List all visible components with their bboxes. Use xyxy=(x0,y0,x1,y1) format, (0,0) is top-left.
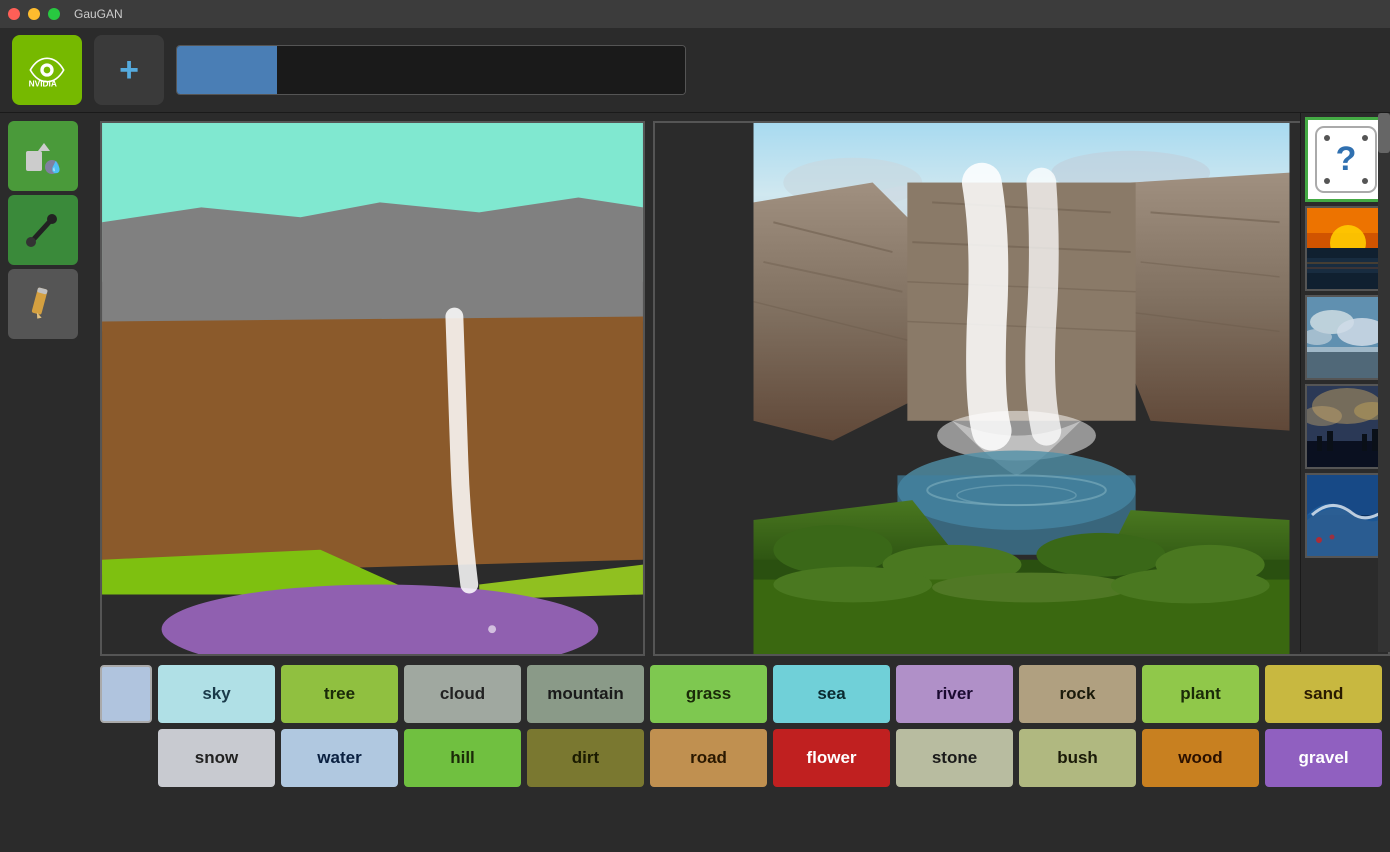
selected-color-swatch xyxy=(177,46,277,94)
thumbnails-panel: ? xyxy=(1300,113,1390,652)
ai-output-svg xyxy=(655,123,1388,654)
label-river[interactable]: river xyxy=(896,665,1013,723)
sky-clouds-thumbnail xyxy=(1307,297,1387,380)
plus-icon: + xyxy=(119,53,139,87)
paint-tool-button[interactable] xyxy=(8,195,78,265)
wave-thumbnail xyxy=(1307,475,1387,558)
nvidia-logo-icon: NVIDIA xyxy=(22,50,72,90)
drawing-svg xyxy=(102,123,643,654)
thumbnail-sky-clouds[interactable] xyxy=(1305,295,1387,380)
canvas-area xyxy=(92,113,1390,668)
minimize-button[interactable] xyxy=(28,8,40,20)
dice-icon: ? xyxy=(1311,122,1381,197)
label-plant[interactable]: plant xyxy=(1142,665,1259,723)
pencil-tool-button[interactable] xyxy=(8,269,78,339)
app-title: GauGAN xyxy=(74,7,123,21)
label-grass[interactable]: grass xyxy=(650,665,767,723)
ai-output-canvas xyxy=(653,121,1390,656)
svg-text:?: ? xyxy=(1336,140,1357,178)
label-snow[interactable]: snow xyxy=(158,729,275,787)
scrollbar-thumb[interactable] xyxy=(1378,113,1390,153)
nvidia-button[interactable]: NVIDIA xyxy=(12,35,82,105)
fill-tool-button[interactable]: 💧 xyxy=(8,121,78,191)
palette-row-1: sky tree cloud mountain grass sea river … xyxy=(100,665,1382,723)
fill-icon: 💧 xyxy=(24,137,62,175)
thumbnail-wave[interactable] xyxy=(1305,473,1387,558)
label-hill[interactable]: hill xyxy=(404,729,521,787)
label-bush[interactable]: bush xyxy=(1019,729,1136,787)
dramatic-sky-thumbnail xyxy=(1307,386,1387,469)
label-sea[interactable]: sea xyxy=(773,665,890,723)
label-mountain[interactable]: mountain xyxy=(527,665,644,723)
label-dirt[interactable]: dirt xyxy=(527,729,644,787)
label-gravel[interactable]: gravel xyxy=(1265,729,1382,787)
label-cloud[interactable]: cloud xyxy=(404,665,521,723)
label-palette: sky tree cloud mountain grass sea river … xyxy=(92,657,1390,852)
pencil-icon xyxy=(24,285,62,323)
label-stone[interactable]: stone xyxy=(896,729,1013,787)
sunset-thumbnail xyxy=(1307,208,1387,291)
thumbnail-dice[interactable]: ? xyxy=(1305,117,1387,202)
color-progress-bar[interactable] xyxy=(176,45,686,95)
label-sky[interactable]: sky xyxy=(158,665,275,723)
paintbrush-icon xyxy=(24,211,62,249)
label-wood[interactable]: wood xyxy=(1142,729,1259,787)
label-flower[interactable]: flower xyxy=(773,729,890,787)
drawing-canvas[interactable] xyxy=(100,121,645,656)
close-button[interactable] xyxy=(8,8,20,20)
svg-text:💧: 💧 xyxy=(49,161,62,174)
label-rock[interactable]: rock xyxy=(1019,665,1136,723)
left-tools-panel: 💧 xyxy=(0,113,90,347)
thumbnail-dramatic-sky[interactable] xyxy=(1305,384,1387,469)
titlebar: GauGAN xyxy=(0,0,1390,28)
label-tree[interactable]: tree xyxy=(281,665,398,723)
add-button[interactable]: + xyxy=(94,35,164,105)
svg-text:NVIDIA: NVIDIA xyxy=(29,79,57,89)
progress-bar-rest xyxy=(277,46,685,94)
palette-row-2: snow water hill dirt road flower stone b… xyxy=(100,729,1382,787)
label-water[interactable]: water xyxy=(281,729,398,787)
thumbnail-scrollbar[interactable] xyxy=(1378,113,1390,652)
maximize-button[interactable] xyxy=(48,8,60,20)
label-road[interactable]: road xyxy=(650,729,767,787)
thumbnail-sunset[interactable] xyxy=(1305,206,1387,291)
label-sand[interactable]: sand xyxy=(1265,665,1382,723)
active-color-swatch[interactable] xyxy=(100,665,152,723)
toolbar: NVIDIA + xyxy=(0,28,1390,113)
